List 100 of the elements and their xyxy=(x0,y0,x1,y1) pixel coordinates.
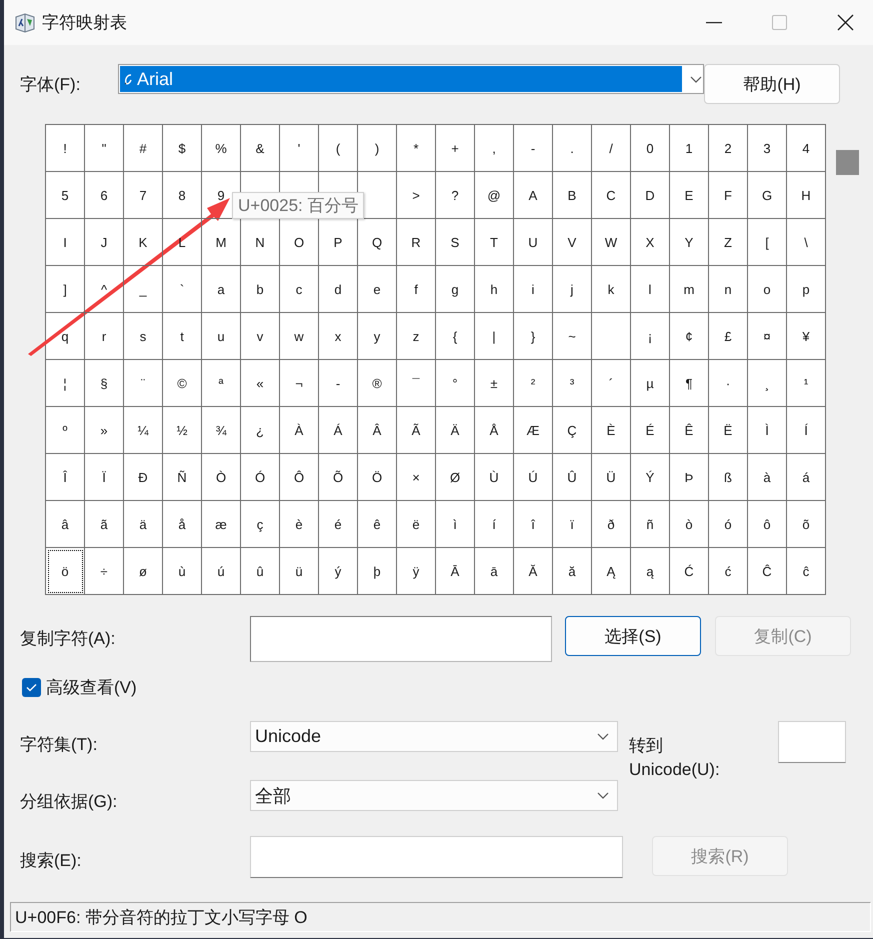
character-cell[interactable]: É xyxy=(631,407,670,454)
scrollbar-thumb[interactable] xyxy=(836,150,859,175)
character-cell[interactable]: Ą xyxy=(592,548,631,595)
character-cell[interactable]: Ù xyxy=(475,454,514,501)
character-cell[interactable]: à xyxy=(748,454,787,501)
character-cell[interactable]: h xyxy=(475,266,514,313)
character-cell[interactable]: 2 xyxy=(709,125,748,172)
character-cell[interactable]: & xyxy=(241,125,280,172)
character-cell[interactable]: ÿ xyxy=(397,548,436,595)
character-cell[interactable]: û xyxy=(241,548,280,595)
character-cell[interactable]: m xyxy=(670,266,709,313)
character-cell[interactable]: 1 xyxy=(670,125,709,172)
character-cell[interactable]: ¼ xyxy=(124,407,163,454)
character-cell[interactable]: * xyxy=(397,125,436,172)
character-cell[interactable]: 0 xyxy=(631,125,670,172)
character-cell[interactable]: Ò xyxy=(202,454,241,501)
character-cell[interactable]: è xyxy=(280,501,319,548)
character-cell[interactable]: g xyxy=(436,266,475,313)
character-cell[interactable]: Â xyxy=(358,407,397,454)
character-cell[interactable]: Ĉ xyxy=(748,548,787,595)
character-cell[interactable]: º xyxy=(46,407,85,454)
character-cell[interactable]: e xyxy=(358,266,397,313)
character-cell[interactable]: a xyxy=(202,266,241,313)
character-cell[interactable]: ² xyxy=(514,360,553,407)
character-cell[interactable]: ¶ xyxy=(670,360,709,407)
character-cell[interactable]: D xyxy=(631,172,670,219)
character-cell[interactable]: ? xyxy=(436,172,475,219)
help-button[interactable]: 帮助(H) xyxy=(704,64,840,104)
character-cell[interactable]: y xyxy=(358,313,397,360)
character-cell[interactable]: ä xyxy=(124,501,163,548)
character-cell[interactable]: 3 xyxy=(748,125,787,172)
select-button[interactable]: 选择(S) xyxy=(565,616,701,656)
character-cell[interactable]: ( xyxy=(319,125,358,172)
character-cell[interactable]: ^ xyxy=(85,266,124,313)
character-cell[interactable]: p xyxy=(787,266,826,313)
character-cell[interactable]: o xyxy=(748,266,787,313)
character-cell[interactable]: õ xyxy=(787,501,826,548)
character-cell[interactable]: ú xyxy=(202,548,241,595)
character-cell[interactable]: ' xyxy=(280,125,319,172)
character-cell[interactable]: ¹ xyxy=(787,360,826,407)
advanced-view-checkbox[interactable] xyxy=(22,678,41,697)
character-cell[interactable]: s xyxy=(124,313,163,360)
character-cell[interactable]: - xyxy=(514,125,553,172)
character-cell[interactable]: { xyxy=(436,313,475,360)
character-cell[interactable]: Þ xyxy=(670,454,709,501)
character-cell[interactable]: R xyxy=(397,219,436,266)
character-cell[interactable]: A xyxy=(514,172,553,219)
character-cell[interactable]: ā xyxy=(475,548,514,595)
character-cell[interactable]: " xyxy=(85,125,124,172)
character-cell[interactable]: Å xyxy=(475,407,514,454)
character-cell[interactable]: þ xyxy=(358,548,397,595)
character-cell[interactable]: I xyxy=(46,219,85,266)
character-cell[interactable]: é xyxy=(319,501,358,548)
character-cell[interactable]: À xyxy=(280,407,319,454)
character-cell[interactable]: U xyxy=(514,219,553,266)
character-cell[interactable]: - xyxy=(319,360,358,407)
character-cell[interactable]: ° xyxy=(436,360,475,407)
character-cell[interactable]: Ë xyxy=(709,407,748,454)
character-cell[interactable]: ć xyxy=(709,548,748,595)
character-cell[interactable]: × xyxy=(397,454,436,501)
character-cell[interactable]: ý xyxy=(319,548,358,595)
character-cell[interactable]: Û xyxy=(553,454,592,501)
character-cell[interactable]: ¿ xyxy=(241,407,280,454)
character-cell[interactable]: W xyxy=(592,219,631,266)
character-cell[interactable]: Ï xyxy=(85,454,124,501)
character-cell[interactable]: / xyxy=(592,125,631,172)
character-cell[interactable]: j xyxy=(553,266,592,313)
character-cell[interactable]: Æ xyxy=(514,407,553,454)
character-cell[interactable]: . xyxy=(553,125,592,172)
character-cell[interactable]: Î xyxy=(46,454,85,501)
character-cell[interactable]: ® xyxy=(358,360,397,407)
character-cell[interactable]: Ø xyxy=(436,454,475,501)
character-cell[interactable]: ê xyxy=(358,501,397,548)
character-cell[interactable]: 8 xyxy=(163,172,202,219)
character-cell[interactable]: î xyxy=(514,501,553,548)
character-cell[interactable]: Ó xyxy=(241,454,280,501)
character-cell[interactable]: Ñ xyxy=(163,454,202,501)
character-cell[interactable]: ¢ xyxy=(670,313,709,360)
character-cell[interactable]: ð xyxy=(592,501,631,548)
character-cell[interactable]: « xyxy=(241,360,280,407)
character-cell[interactable]: F xyxy=(709,172,748,219)
character-cell[interactable]: Ä xyxy=(436,407,475,454)
character-cell[interactable]: E xyxy=(670,172,709,219)
character-cell[interactable]: r xyxy=(85,313,124,360)
character-cell[interactable]: f xyxy=(397,266,436,313)
character-cell[interactable]: , xyxy=(475,125,514,172)
character-cell[interactable]: n xyxy=(709,266,748,313)
character-cell[interactable]: ³ xyxy=(553,360,592,407)
character-cell[interactable]: ç xyxy=(241,501,280,548)
character-cell[interactable]: â xyxy=(46,501,85,548)
character-cell[interactable]: § xyxy=(85,360,124,407)
character-cell[interactable]: Ç xyxy=(553,407,592,454)
character-cell[interactable]: å xyxy=(163,501,202,548)
character-cell[interactable]: ¨ xyxy=(124,360,163,407)
character-cell[interactable]: ø xyxy=(124,548,163,595)
character-cell[interactable]: ` xyxy=(163,266,202,313)
character-cell[interactable]: i xyxy=(514,266,553,313)
character-cell[interactable]: Ý xyxy=(631,454,670,501)
character-cell[interactable]: £ xyxy=(709,313,748,360)
character-cell[interactable]: } xyxy=(514,313,553,360)
